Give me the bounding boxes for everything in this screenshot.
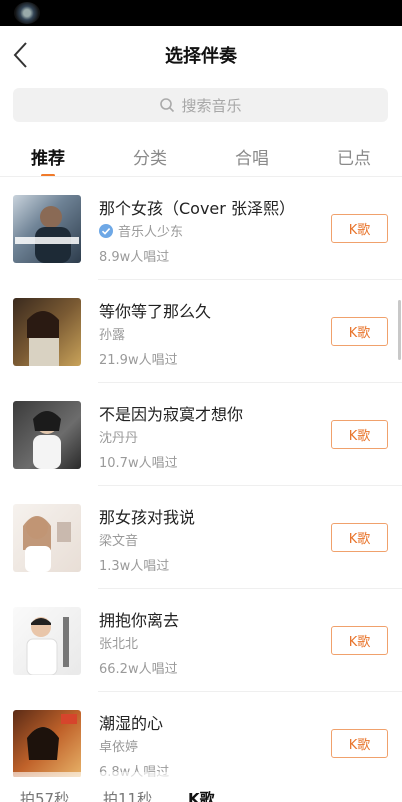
scrollbar[interactable] <box>398 300 401 360</box>
sing-button[interactable]: K歌 <box>331 317 388 346</box>
camera-indicator-icon <box>14 2 40 24</box>
tab-label: 已点 <box>337 149 371 169</box>
search-icon <box>160 98 175 113</box>
tab-label: 分类 <box>133 149 167 169</box>
artist-name: 音乐人少东 <box>99 221 183 240</box>
artist-label: 张北北 <box>99 637 139 652</box>
artist-label: 沈丹丹 <box>99 431 139 446</box>
song-title: 那个女孩（Cover 张泽熙） <box>99 199 295 218</box>
song-title: 不是因为寂寞才想你 <box>99 405 244 424</box>
sing-button[interactable]: K歌 <box>331 214 388 243</box>
tab-chorus[interactable]: 合唱 <box>222 144 282 169</box>
sing-button[interactable]: K歌 <box>331 729 388 758</box>
verified-icon <box>99 223 113 238</box>
list-item[interactable]: 那女孩对我说 梁文音 1.3w人唱过 K歌 <box>0 486 402 589</box>
list-item[interactable]: 等你等了那么久 孙露 21.9w人唱过 K歌 <box>0 280 402 383</box>
sing-count: 8.9w人唱过 <box>99 250 170 265</box>
mode-tab-11s[interactable]: 拍11秒 <box>103 788 152 802</box>
tab-label: 合唱 <box>235 149 269 169</box>
song-list[interactable]: 那个女孩（Cover 张泽熙） 音乐人少东 8.9w人唱过 K歌 等你等了那么久… <box>0 177 402 777</box>
tab-label: 推荐 <box>31 149 65 169</box>
list-item[interactable]: 那个女孩（Cover 张泽熙） 音乐人少东 8.9w人唱过 K歌 <box>0 177 402 280</box>
artist-name: 孙露 <box>99 324 125 343</box>
tab-ordered[interactable]: 已点 <box>324 144 384 169</box>
sing-button[interactable]: K歌 <box>331 420 388 449</box>
album-cover <box>13 401 81 469</box>
list-item[interactable]: 拥抱你离去 张北北 66.2w人唱过 K歌 <box>0 589 402 692</box>
artist-label: 音乐人少东 <box>118 225 184 240</box>
page-title: 选择伴奏 <box>165 46 237 67</box>
search-placeholder: 搜索音乐 <box>181 96 242 115</box>
artist-label: 卓依婷 <box>99 740 139 755</box>
list-item[interactable]: 潮湿的心 卓依婷 6.8w人唱过 K歌 <box>0 692 402 777</box>
header: 选择伴奏 <box>0 26 402 84</box>
sing-count: 21.9w人唱过 <box>99 353 178 368</box>
song-title: 拥抱你离去 <box>99 611 180 630</box>
album-cover <box>13 504 81 572</box>
song-title: 等你等了那么久 <box>99 302 212 321</box>
search-input[interactable]: 搜索音乐 <box>13 88 388 122</box>
tab-category[interactable]: 分类 <box>120 144 180 169</box>
sing-button[interactable]: K歌 <box>331 626 388 655</box>
artist-name: 梁文音 <box>99 530 138 549</box>
artist-label: 孙露 <box>99 328 126 343</box>
song-title: 潮湿的心 <box>99 714 164 733</box>
mode-tab-karaoke[interactable]: K歌 <box>188 788 215 802</box>
artist-name: 张北北 <box>99 633 138 652</box>
bottom-mode-tabs: 拍57秒 拍11秒 K歌 <box>0 772 402 802</box>
album-cover <box>13 710 81 777</box>
mode-tab-57s[interactable]: 拍57秒 <box>20 788 69 802</box>
status-bar <box>0 0 402 26</box>
artist-name: 沈丹丹 <box>99 427 138 446</box>
sing-count: 10.7w人唱过 <box>99 456 178 471</box>
artist-label: 梁文音 <box>99 534 139 549</box>
sing-button[interactable]: K歌 <box>331 523 388 552</box>
tab-recommend[interactable]: 推荐 <box>18 144 78 177</box>
artist-name: 卓依婷 <box>99 736 138 755</box>
sing-count: 1.3w人唱过 <box>99 559 170 574</box>
album-cover <box>13 298 81 366</box>
sing-count: 66.2w人唱过 <box>99 662 178 677</box>
category-tabs: 推荐 分类 合唱 已点 <box>0 140 402 177</box>
album-cover <box>13 607 81 675</box>
album-cover <box>13 195 81 263</box>
list-item[interactable]: 不是因为寂寞才想你 沈丹丹 10.7w人唱过 K歌 <box>0 383 402 486</box>
song-title: 那女孩对我说 <box>99 508 196 527</box>
